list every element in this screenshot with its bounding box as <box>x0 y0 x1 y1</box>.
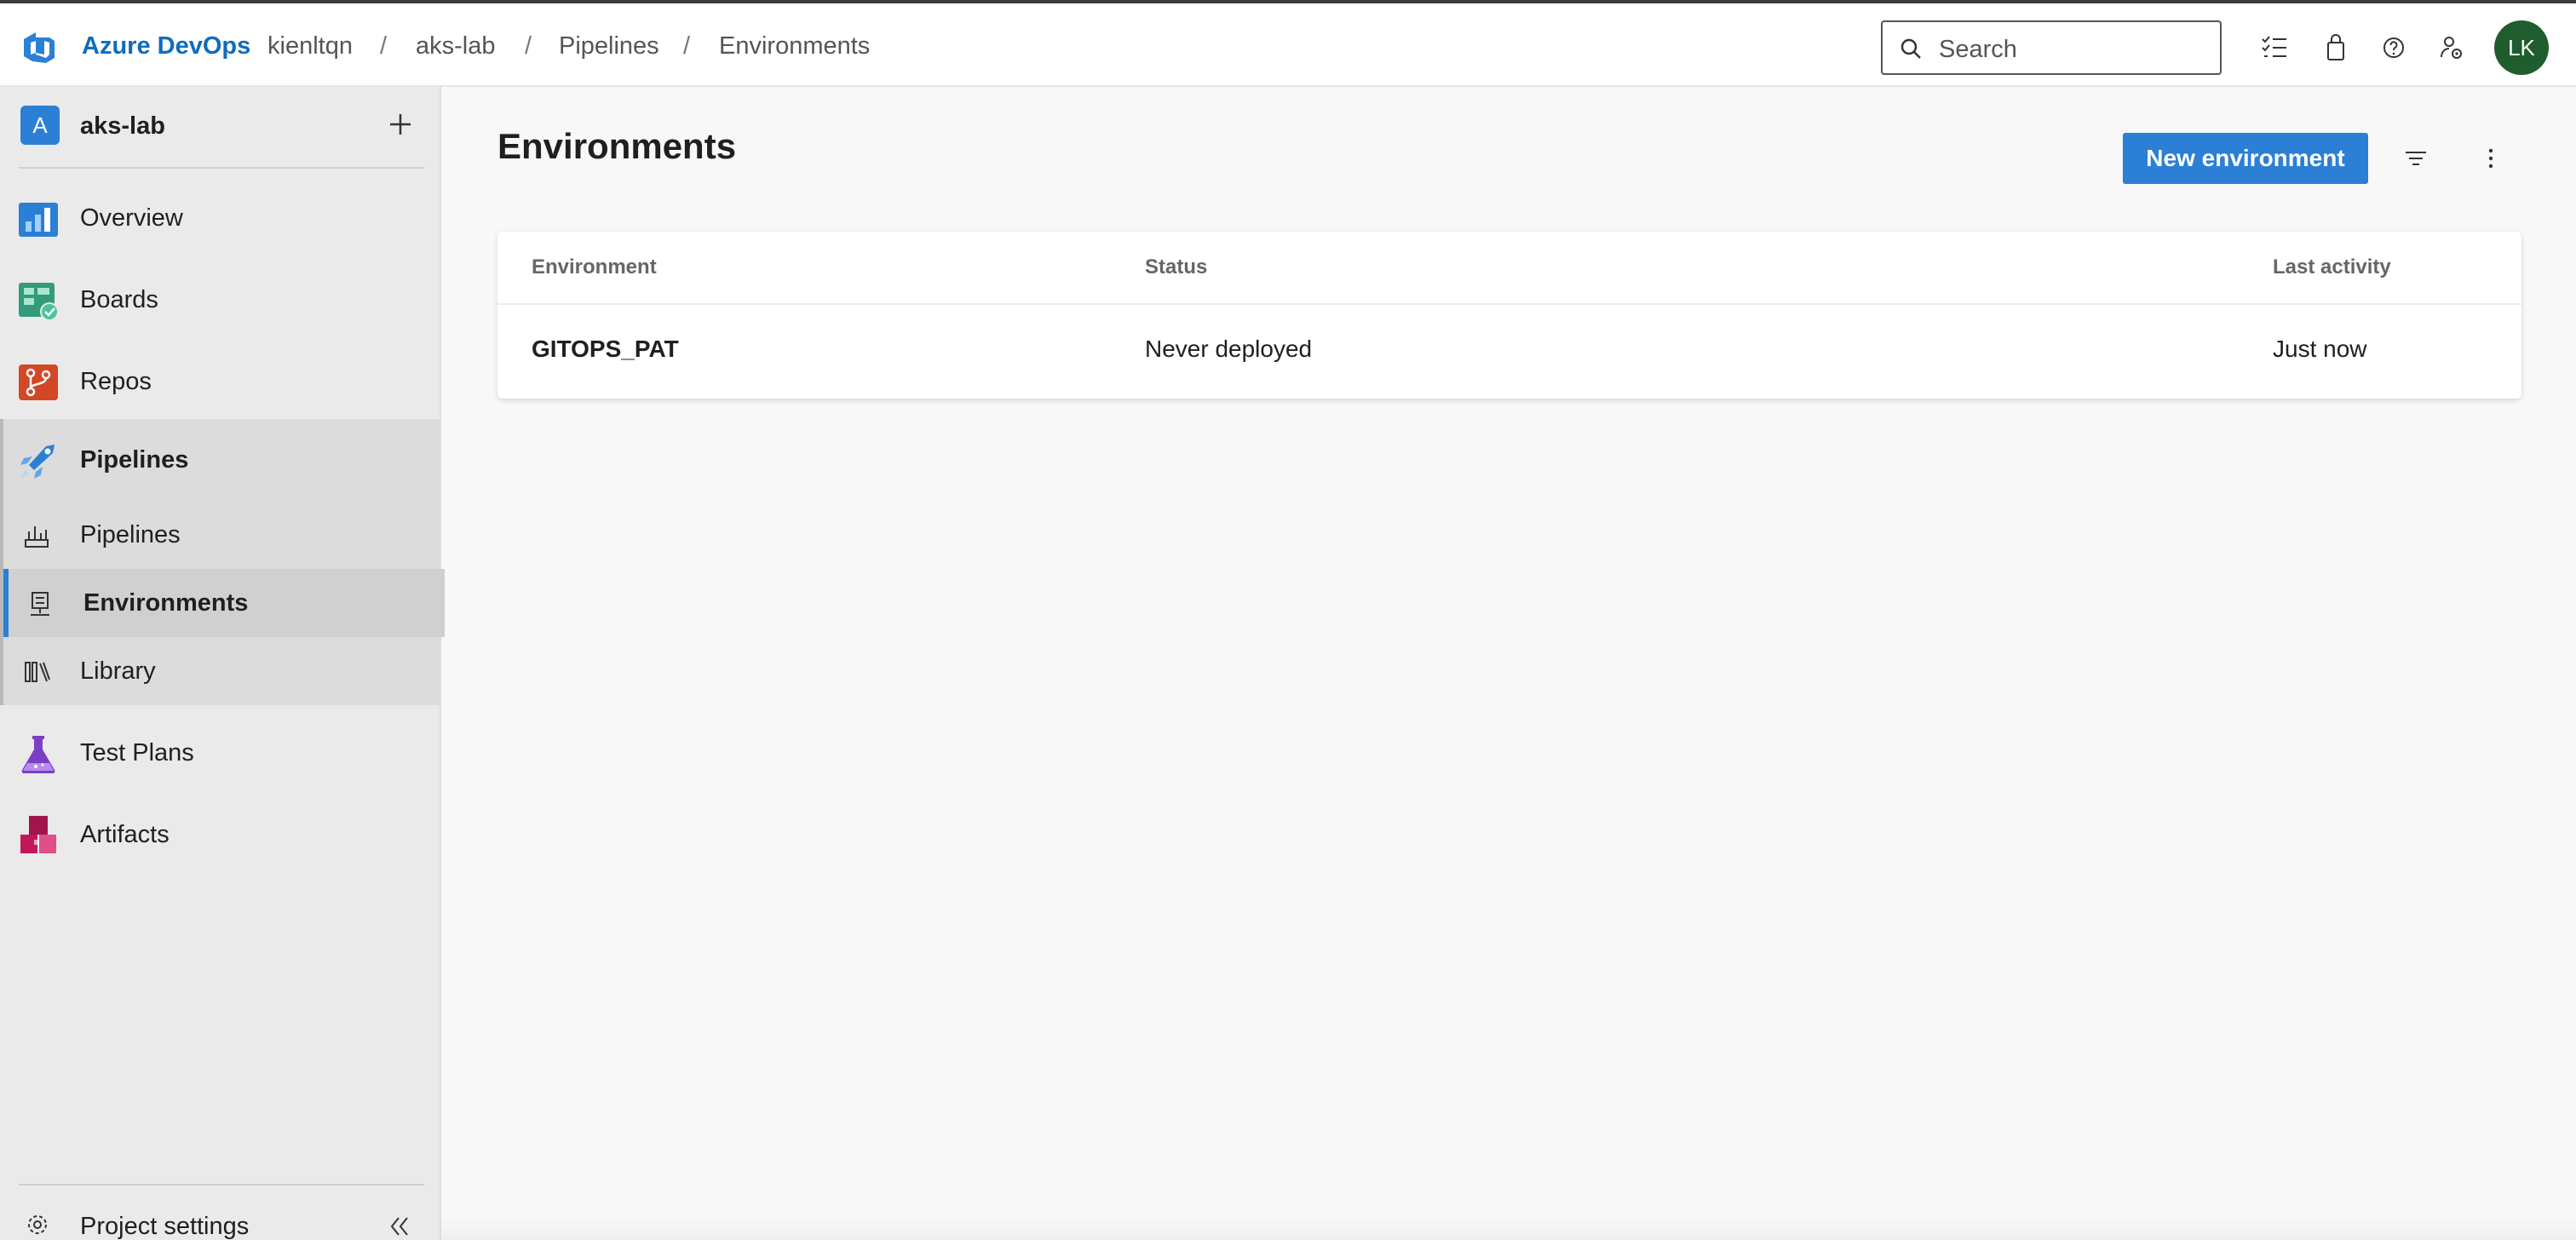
column-header-status[interactable]: Status <box>1145 255 1207 279</box>
breadcrumb-pipelines[interactable]: Pipelines <box>559 32 659 60</box>
project-avatar[interactable]: A <box>20 106 60 145</box>
sidebar-divider <box>19 1184 424 1185</box>
sidebar-subitem-label: Pipelines <box>80 521 181 548</box>
sidebar-item-repos[interactable]: Repos <box>0 341 441 422</box>
pipelines-icon <box>20 445 55 479</box>
environment-name[interactable]: GITOPS_PAT <box>532 336 679 363</box>
sidebar-subitem-library[interactable]: Library <box>3 637 445 705</box>
sidebar-item-boards[interactable]: Boards <box>0 259 441 341</box>
library-icon <box>25 662 50 682</box>
sidebar-item-overview[interactable]: Overview <box>0 177 441 259</box>
collapse-sidebar-icon[interactable] <box>387 1214 412 1238</box>
azure-devops-logo-icon[interactable] <box>20 29 58 66</box>
sidebar-item-label: Artifacts <box>80 821 170 848</box>
sidebar-subitem-label: Library <box>80 657 156 685</box>
project-name[interactable]: aks-lab <box>80 112 165 141</box>
breadcrumb-project[interactable]: aks-lab <box>416 32 496 60</box>
pipelines-sub-icon <box>25 526 49 548</box>
environment-last-activity: Just now <box>2273 336 2367 362</box>
project-settings[interactable]: Project settings <box>0 1194 441 1240</box>
column-header-environment[interactable]: Environment <box>532 255 657 279</box>
horizontal-scroll-area <box>441 1218 2576 1240</box>
sidebar-subitem-environments[interactable]: Environments <box>3 569 445 637</box>
sidebar: A aks-lab Overview Boards Repos Pipeline… <box>0 87 445 1240</box>
column-header-last-activity[interactable]: Last activity <box>2273 255 2391 279</box>
sidebar-item-label: Boards <box>80 286 158 313</box>
sidebar-item-artifacts[interactable]: Artifacts <box>0 794 441 875</box>
sidebar-subitem-pipelines[interactable]: Pipelines <box>3 501 445 569</box>
sidebar-item-pipelines[interactable]: Pipelines <box>3 419 445 501</box>
test-plans-icon <box>21 736 55 773</box>
shopping-bag-icon[interactable] <box>2319 31 2353 65</box>
environments-table: Environment Status Last activity GITOPS_… <box>497 232 2521 399</box>
top-bar: Azure DevOps kienltqn / aks-lab / Pipeli… <box>0 0 2576 87</box>
breadcrumb-environments[interactable]: Environments <box>719 32 870 60</box>
sidebar-subitem-label: Environments <box>83 589 249 617</box>
more-options-icon[interactable] <box>2475 143 2506 174</box>
brand-name[interactable]: Azure DevOps <box>82 32 250 60</box>
sidebar-item-label: Repos <box>80 368 152 395</box>
help-icon[interactable] <box>2377 31 2411 65</box>
search-input[interactable]: Search <box>1939 36 2017 64</box>
repos-icon <box>19 365 58 400</box>
page-title: Environments <box>497 126 737 166</box>
sidebar-item-test-plans[interactable]: Test Plans <box>0 712 441 794</box>
breadcrumb-separator: / <box>525 32 532 60</box>
filter-icon[interactable] <box>2401 143 2431 174</box>
sidebar-item-label: Pipelines <box>80 446 189 474</box>
add-icon[interactable] <box>385 109 416 140</box>
sidebar-item-label: Test Plans <box>80 739 194 766</box>
artifacts-icon <box>20 816 56 853</box>
sidebar-item-label: Overview <box>80 204 183 232</box>
overview-icon <box>19 203 58 237</box>
gear-icon <box>28 1215 47 1234</box>
sidebar-divider <box>19 167 424 169</box>
avatar[interactable]: LK <box>2494 20 2549 75</box>
new-environment-button[interactable]: New environment <box>2123 133 2368 184</box>
boards-icon <box>19 283 59 321</box>
environment-status: Never deployed <box>1145 336 1313 362</box>
breadcrumb-organization[interactable]: kienltqn <box>267 32 353 60</box>
breadcrumb-separator: / <box>380 32 388 60</box>
search-box[interactable]: Search <box>1881 20 2222 75</box>
table-row[interactable]: GITOPS_PAT Never deployed Just now <box>497 305 2521 399</box>
search-icon <box>1900 38 1921 59</box>
pipelines-group: Pipelines Pipelines Environments Library <box>0 419 445 705</box>
breadcrumb-separator: / <box>683 32 691 60</box>
task-list-icon[interactable] <box>2257 31 2291 65</box>
environments-icon <box>31 592 49 616</box>
project-settings-label: Project settings <box>80 1213 250 1240</box>
user-settings-icon[interactable] <box>2435 31 2469 65</box>
